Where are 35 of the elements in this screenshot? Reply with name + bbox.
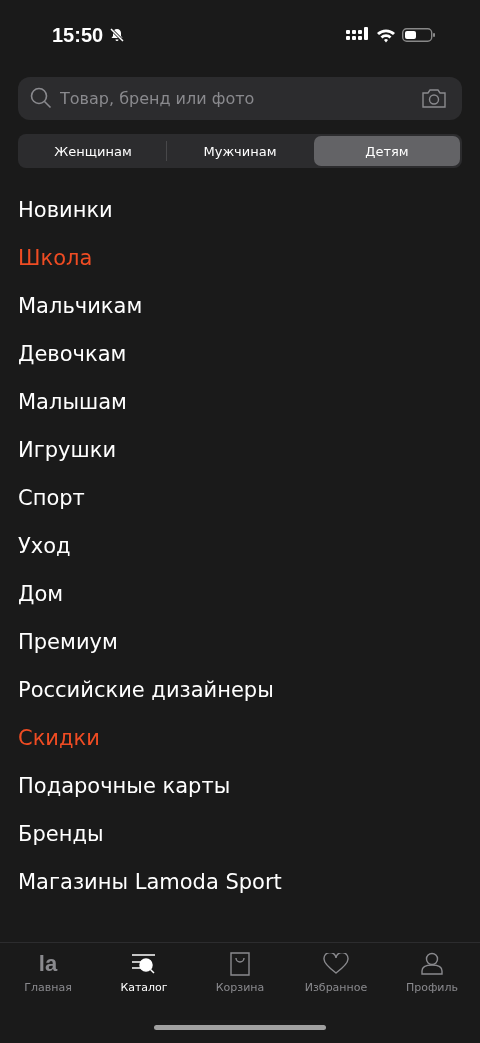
nav-tab[interactable]: Каталог — [96, 951, 192, 1011]
category-item[interactable]: Бренды — [18, 810, 462, 858]
profile-icon — [420, 952, 444, 976]
signal-icon — [346, 27, 370, 43]
status-time: 15:50 — [52, 23, 104, 47]
category-item[interactable]: Магазины Lamoda Sport — [18, 858, 462, 906]
logo-icon: la — [38, 953, 58, 975]
camera-icon[interactable] — [422, 88, 446, 108]
nav-tab[interactable]: Избранное — [288, 951, 384, 1011]
category-item[interactable]: Уход — [18, 522, 462, 570]
nav-tab[interactable]: la Главная — [0, 951, 96, 1011]
category-item[interactable]: Девочкам — [18, 330, 462, 378]
category-item[interactable]: Мальчикам — [18, 282, 462, 330]
category-item[interactable]: Школа — [18, 234, 462, 282]
category-item[interactable]: Премиум — [18, 618, 462, 666]
search-icon — [30, 87, 52, 109]
nav-tab[interactable]: Профиль — [384, 951, 480, 1011]
category-item[interactable]: Малышам — [18, 378, 462, 426]
category-item[interactable]: Игрушки — [18, 426, 462, 474]
heart-icon — [323, 953, 349, 975]
wifi-icon — [376, 27, 396, 43]
category-item[interactable]: Подарочные карты — [18, 762, 462, 810]
segment-tab[interactable]: Женщинам — [20, 136, 166, 166]
segment-tab[interactable]: Мужчинам — [167, 136, 313, 166]
catalog-search-icon — [131, 953, 157, 975]
search-field[interactable]: Товар, бренд или фото — [18, 77, 462, 120]
category-item[interactable]: Российские дизайнеры — [18, 666, 462, 714]
nav-tab[interactable]: Корзина — [192, 951, 288, 1011]
bag-icon — [229, 952, 251, 976]
battery-icon — [402, 27, 436, 43]
segment-tab[interactable]: Детям — [314, 136, 460, 166]
category-item[interactable]: Дом — [18, 570, 462, 618]
category-item[interactable]: Скидки — [18, 714, 462, 762]
category-item[interactable]: Спорт — [18, 474, 462, 522]
category-item[interactable]: Новинки — [18, 186, 462, 234]
